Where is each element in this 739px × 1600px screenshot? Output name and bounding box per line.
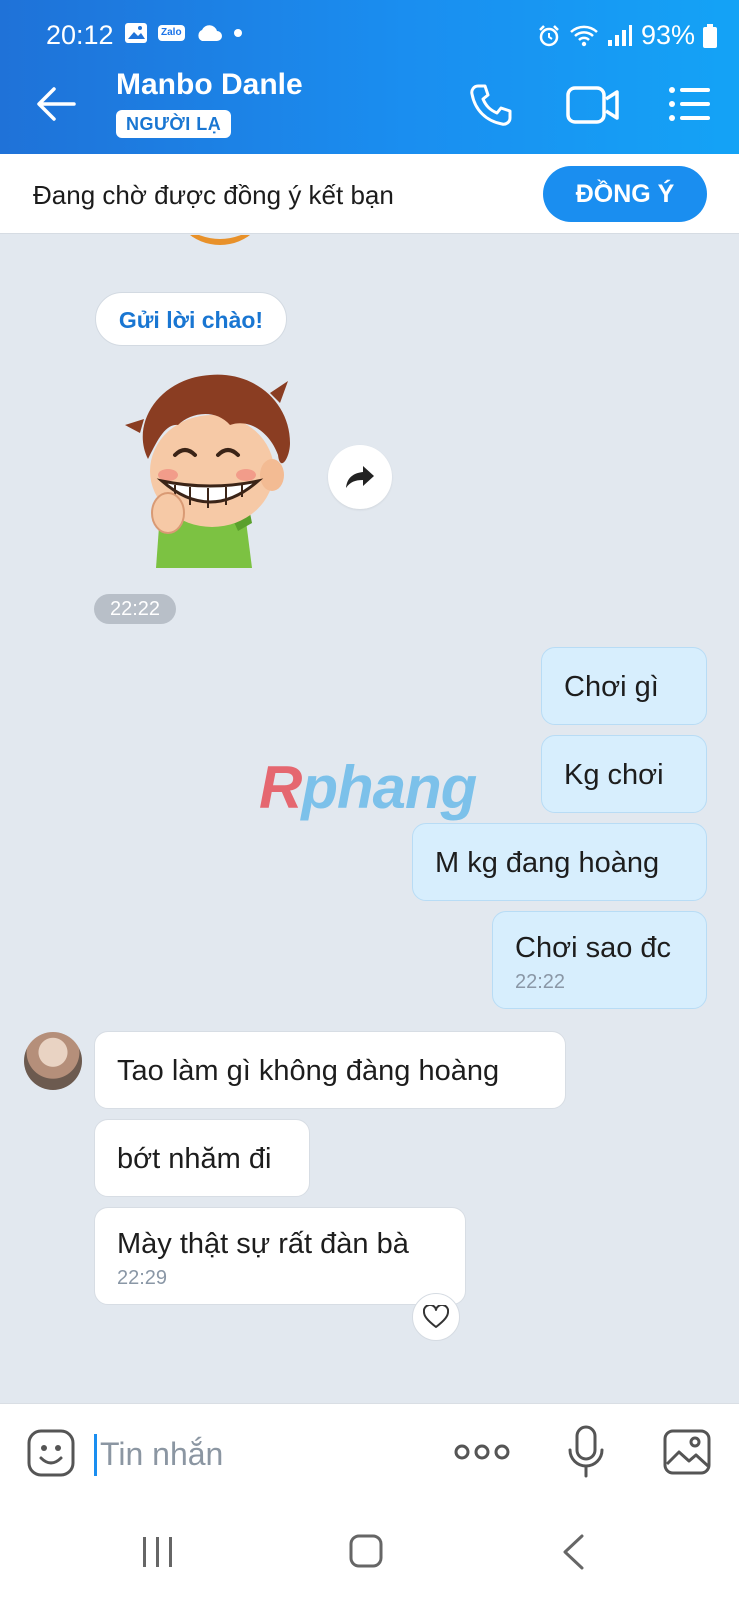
status-notification-icons: Zalo [124, 22, 243, 44]
message-text: Mày thật sự rất đàn bà [117, 1228, 409, 1260]
stranger-badge: NGƯỜI LẠ [116, 110, 232, 138]
cloud-icon [197, 25, 222, 41]
contact-name[interactable]: Manbo Danle [116, 68, 303, 102]
system-nav-bar [0, 1501, 739, 1600]
more-options-icon[interactable] [454, 1440, 510, 1464]
watermark-logo: Rphang [259, 754, 477, 821]
message-text: Chơi gì [564, 671, 659, 703]
send-greeting-button[interactable]: Gửi lời chào! [95, 292, 287, 346]
outgoing-message[interactable]: Chơi gì [541, 647, 707, 725]
friend-request-bar: Đang chờ được đồng ý kết bạn ĐỒNG Ý [0, 154, 739, 234]
status-system-icons: 93% [537, 20, 717, 51]
incoming-message[interactable]: Mày thật sự rất đàn bà 22:29 [94, 1207, 466, 1305]
image-picker-icon[interactable] [662, 1428, 712, 1476]
react-heart-button[interactable] [412, 1293, 460, 1341]
top-header: 20:12 Zalo 93% Manbo Danle NGƯỜI LẠ [0, 0, 739, 154]
chat-area[interactable]: Gửi lời chào! 22:22 Chơi gì Kg chơi M kg… [0, 235, 739, 1403]
outgoing-message[interactable]: M kg đang hoàng [412, 823, 707, 901]
status-bar: 20:12 Zalo 93% [0, 0, 739, 54]
home-icon[interactable] [348, 1533, 384, 1569]
recent-apps-icon[interactable] [140, 1535, 176, 1569]
signal-icon [607, 24, 632, 46]
incoming-message[interactable]: Tao làm gì không đàng hoàng [94, 1031, 566, 1109]
share-forward-button[interactable] [328, 445, 392, 509]
grinning-boy-sticker[interactable] [120, 363, 310, 568]
back-arrow-icon[interactable] [32, 80, 80, 128]
message-input[interactable] [100, 1430, 420, 1478]
gallery-icon [125, 23, 147, 43]
outgoing-message[interactable]: Chơi sao đc 22:22 [492, 911, 707, 1009]
message-text: M kg đang hoàng [435, 847, 660, 879]
video-call-icon[interactable] [566, 82, 620, 128]
menu-list-icon[interactable] [668, 84, 712, 124]
zalo-icon: Zalo [158, 25, 185, 41]
wifi-icon [570, 25, 598, 46]
message-text: Kg chơi [564, 759, 664, 791]
phone-call-icon[interactable] [468, 82, 514, 128]
alarm-icon [539, 24, 559, 46]
accept-friend-button[interactable]: ĐỒNG Ý [543, 166, 707, 222]
text-caret [94, 1434, 97, 1476]
incoming-message[interactable]: bớt nhăm đi [94, 1119, 310, 1197]
message-timestamp: 22:29 [117, 1267, 168, 1289]
microphone-icon[interactable] [566, 1424, 606, 1480]
message-text: Chơi sao đc [515, 932, 672, 964]
status-time: 20:12 [46, 20, 114, 50]
nav-back-icon[interactable] [560, 1533, 586, 1571]
message-timestamp: 22:22 [515, 971, 566, 993]
friend-request-status: Đang chờ được đồng ý kết bạn [33, 180, 394, 210]
message-text: bớt nhăm đi [117, 1143, 272, 1175]
previous-sticker-edge [170, 235, 270, 245]
message-composer [0, 1403, 739, 1501]
heart-icon [423, 1305, 449, 1328]
sticker-emoji-icon[interactable] [26, 1428, 76, 1478]
sticker-timestamp: 22:22 [94, 594, 176, 624]
message-text: Tao làm gì không đàng hoàng [117, 1055, 500, 1087]
outgoing-message[interactable]: Kg chơi [541, 735, 707, 813]
app-bar: Manbo Danle NGƯỜI LẠ [0, 54, 739, 154]
battery-percent: 93% [640, 20, 695, 50]
battery-icon [703, 23, 717, 48]
forward-arrow-icon [346, 466, 374, 488]
dot-icon [233, 29, 242, 37]
contact-avatar[interactable] [24, 1032, 82, 1090]
